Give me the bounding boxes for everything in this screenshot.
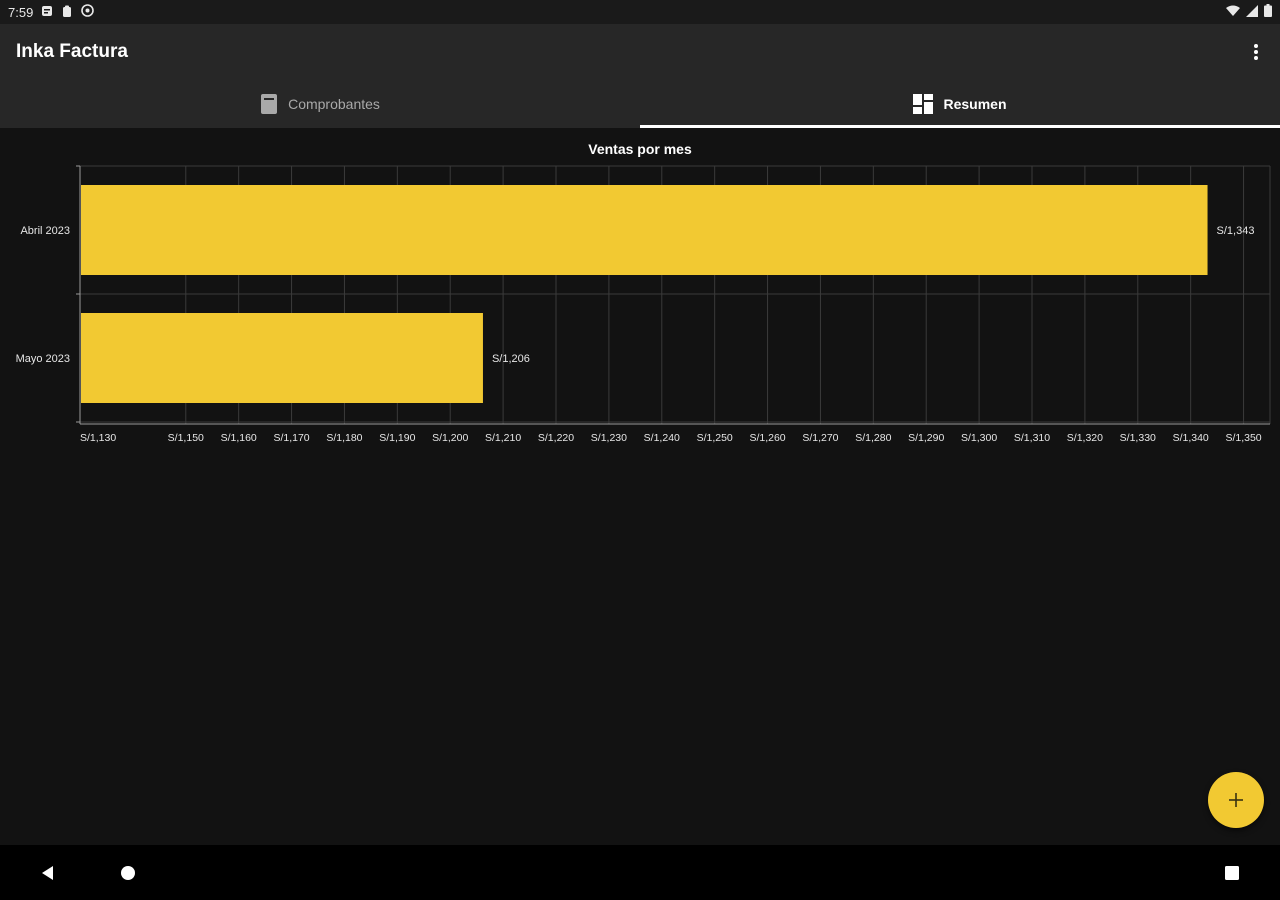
tick-label: S/1,130 <box>80 432 116 444</box>
tab-label-resumen: Resumen <box>943 96 1007 112</box>
receipt-icon <box>261 94 278 114</box>
status-left: 7:59 <box>0 4 95 20</box>
chart-svg: Ventas por mes Abril 2023 S/1,343 Mayo 202… <box>16 141 1271 444</box>
tick-label: S/1,300 <box>961 432 997 444</box>
add-button[interactable] <box>1208 772 1264 828</box>
tab-label-comprobantes: Comprobantes <box>288 96 380 112</box>
tick-label: S/1,200 <box>432 432 468 444</box>
tab-comprobantes[interactable]: Comprobantes <box>0 80 640 128</box>
tab-bar: Comprobantes Resumen <box>0 80 1280 128</box>
tick-label: S/1,150 <box>168 432 204 444</box>
chart-title: Ventas por mes <box>588 141 692 157</box>
home-icon <box>121 866 135 880</box>
tick-label: S/1,210 <box>485 432 521 444</box>
add-icon <box>1229 793 1243 807</box>
recents-icon <box>1225 866 1239 880</box>
status-right <box>1226 4 1280 20</box>
tick-label: S/1,240 <box>644 432 680 444</box>
app-title: Inka Factura <box>16 41 128 62</box>
signal-icon <box>1246 4 1258 20</box>
tick-label: S/1,270 <box>802 432 838 444</box>
wifi-icon <box>1226 5 1240 20</box>
more-vert-icon <box>1254 44 1258 60</box>
tick-label: S/1,180 <box>326 432 362 444</box>
dashboard-icon <box>913 94 934 114</box>
bar <box>81 313 483 403</box>
tick-label: S/1,160 <box>221 432 257 444</box>
sales-chart: Ventas por mes Abril 2023 S/1,343 Mayo 202… <box>0 128 1280 448</box>
clipboard-icon <box>61 5 73 20</box>
category-label: Mayo 2023 <box>16 353 70 365</box>
back-button[interactable] <box>36 861 60 885</box>
back-icon <box>42 866 53 880</box>
home-button[interactable] <box>116 861 140 885</box>
value-label: S/1,206 <box>492 353 530 365</box>
overflow-menu-button[interactable] <box>1244 40 1268 64</box>
sync-icon <box>81 4 95 20</box>
tick-label: S/1,290 <box>908 432 944 444</box>
value-label: S/1,343 <box>1217 225 1255 237</box>
tick-label: S/1,170 <box>273 432 309 444</box>
tick-label: S/1,320 <box>1067 432 1103 444</box>
tick-label: S/1,280 <box>855 432 891 444</box>
tab-resumen[interactable]: Resumen <box>640 80 1280 128</box>
battery-icon <box>1264 4 1272 20</box>
bar <box>81 185 1208 275</box>
status-bar: 7:59 <box>0 0 1280 24</box>
recents-button[interactable] <box>1220 861 1244 885</box>
tick-label: S/1,220 <box>538 432 574 444</box>
navigation-bar <box>0 845 1280 900</box>
tick-label: S/1,190 <box>379 432 415 444</box>
status-time: 7:59 <box>8 4 34 20</box>
tick-label: S/1,260 <box>749 432 785 444</box>
tick-label: S/1,340 <box>1173 432 1209 444</box>
tick-label: S/1,250 <box>697 432 733 444</box>
notification-icon <box>41 5 53 20</box>
tick-label: S/1,330 <box>1120 432 1156 444</box>
tick-label: S/1,350 <box>1225 432 1261 444</box>
app-bar: Inka Factura Comprobantes Resumen <box>0 24 1280 128</box>
tick-label: S/1,230 <box>591 432 627 444</box>
tick-label: S/1,310 <box>1014 432 1050 444</box>
category-label: Abril 2023 <box>20 225 70 237</box>
